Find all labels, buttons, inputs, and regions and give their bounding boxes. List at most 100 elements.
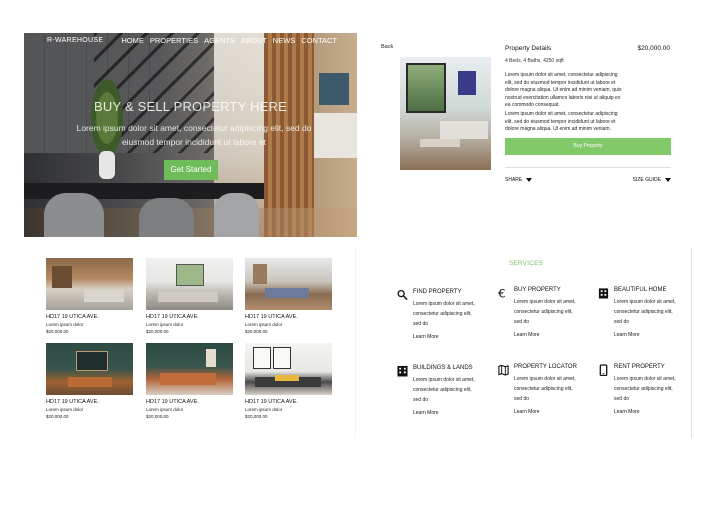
property-specs: 4 Beds, 4 Baths, 4250 sqft xyxy=(505,58,564,64)
service-title: BEAUTIFUL HOME xyxy=(614,287,667,293)
listing-photo[interactable] xyxy=(245,343,332,395)
svg-text:€: € xyxy=(498,287,506,299)
photo-window xyxy=(406,63,446,113)
service-desc: Lorem ipsum dolor sit amet, consectetur … xyxy=(514,299,576,325)
search-icon xyxy=(397,289,408,301)
listing-desc: Lorem ipsum dolor xyxy=(46,407,84,412)
buy-property-button[interactable]: Buy Property xyxy=(505,138,671,155)
listing-desc: Lorem ipsum dolor xyxy=(46,322,84,327)
property-description-2: Lorem ipsum dolor sit amet, consectetur … xyxy=(505,111,618,132)
listing-price: $20,000.00 xyxy=(245,329,268,334)
listing-desc: Lorem ipsum dolor xyxy=(245,322,283,327)
listing-desc: Lorem ipsum dolor xyxy=(245,407,283,412)
hero-section: R-WAREHOUSE HOME PROPERTIES AGENTS ABOUT… xyxy=(24,33,357,237)
photo-coffee-table xyxy=(420,139,460,147)
service-title: BUILDINGS & LANDS xyxy=(413,365,473,371)
service-beautiful-home: BEAUTIFUL HOME Lorem ipsum dolor sit ame… xyxy=(598,287,693,347)
main-nav: HOME PROPERTIES AGENTS ABOUT NEWS CONTAC… xyxy=(121,36,337,45)
phone-icon xyxy=(599,364,608,376)
office-building-icon xyxy=(397,365,408,377)
listing-photo[interactable] xyxy=(46,258,133,310)
learn-more-link[interactable]: Learn More xyxy=(514,332,540,338)
listing-card[interactable]: HD17 19 UTICA AVE. Lorem ipsum dolor $20… xyxy=(146,343,233,419)
listing-price: $20,000.00 xyxy=(46,414,69,419)
listing-card[interactable]: HD17 19 UTICA AVE. Lorem ipsum dolor $20… xyxy=(245,258,332,334)
service-title: RENT PROPERTY xyxy=(614,364,665,370)
learn-more-link[interactable]: Learn More xyxy=(413,334,439,340)
euro-icon: € xyxy=(498,287,506,299)
listing-name: HD17 19 UTICA AVE. xyxy=(146,314,199,320)
hero-sofa xyxy=(314,113,357,158)
nav-news[interactable]: NEWS xyxy=(273,36,296,45)
hero-chair xyxy=(214,193,259,237)
learn-more-link[interactable]: Learn More xyxy=(413,410,439,416)
listing-price: $20,000.00 xyxy=(146,329,169,334)
listing-price: $20,000.00 xyxy=(245,414,268,419)
property-description: Lorem ipsum dolor sit amet, consectetur … xyxy=(505,72,622,108)
listing-name: HD17 19 UTICA AVE. xyxy=(245,314,298,320)
divider xyxy=(505,167,671,168)
chevron-down-icon xyxy=(665,178,671,182)
service-buy-property: € BUY PROPERTY Lorem ipsum dolor sit ame… xyxy=(498,287,593,347)
listing-photo[interactable] xyxy=(146,343,233,395)
service-title: PROPERTY LOCATOR xyxy=(514,364,577,370)
service-desc: Lorem ipsum dolor sit amet, consectetur … xyxy=(614,299,676,325)
listing-desc: Lorem ipsum dolor xyxy=(146,407,184,412)
listing-name: HD17 19 UTICA AVE. xyxy=(245,399,298,405)
nav-about[interactable]: ABOUT xyxy=(241,36,267,45)
chevron-down-icon xyxy=(526,178,533,182)
learn-more-link[interactable]: Learn More xyxy=(614,409,640,415)
services-heading: SERVICES xyxy=(508,260,544,267)
hero-chair xyxy=(139,198,194,237)
service-buildings-lands: BUILDINGS & LANDS Lorem ipsum dolor sit … xyxy=(397,365,492,425)
photo-painting xyxy=(458,71,476,95)
hero-subtext: Lorem ipsum dolor sit amet, consectetur … xyxy=(76,123,312,147)
share-dropdown[interactable]: SHARE xyxy=(505,177,533,183)
listing-card[interactable]: HD17 19 UTICA AVE. Lorem ipsum dolor $20… xyxy=(46,343,133,419)
learn-more-link[interactable]: Learn More xyxy=(614,332,640,338)
listing-name: HD17 19 UTICA AVE. xyxy=(46,399,99,405)
service-title: FIND PROPERTY xyxy=(413,289,462,295)
service-desc: Lorem ipsum dolor sit amet, consectetur … xyxy=(514,376,576,402)
service-desc: Lorem ipsum dolor sit amet, consectetur … xyxy=(413,301,475,327)
service-title: BUY PROPERTY xyxy=(514,287,561,293)
nav-properties[interactable]: PROPERTIES xyxy=(150,36,198,45)
listing-card[interactable]: HD17 19 UTICA AVE. Lorem ipsum dolor $20… xyxy=(245,343,332,419)
listing-card[interactable]: HD17 19 UTICA AVE. Lorem ipsum dolor $20… xyxy=(146,258,233,334)
listing-price: $20,000.00 xyxy=(46,329,69,334)
property-title: Property Details xyxy=(505,45,552,52)
service-property-locator: PROPERTY LOCATOR Lorem ipsum dolor sit a… xyxy=(498,364,593,424)
size-guide-label: SIZE GUIDE xyxy=(632,177,661,183)
hero-vase xyxy=(99,151,115,179)
hero-chair xyxy=(44,193,104,237)
listing-card[interactable]: HD17 19 UTICA AVE. Lorem ipsum dolor $20… xyxy=(46,258,133,334)
services-section: SERVICES FIND PROPERTY Lorem ipsum dolor… xyxy=(355,248,692,438)
listing-photo[interactable] xyxy=(46,343,133,395)
nav-home[interactable]: HOME xyxy=(121,36,144,45)
property-photo xyxy=(400,57,491,170)
property-detail-panel: Back Property Details $20,000.00 4 Beds,… xyxy=(372,40,677,190)
share-label: SHARE xyxy=(505,177,523,183)
learn-more-link[interactable]: Learn More xyxy=(514,409,540,415)
listing-name: HD17 19 UTICA AVE. xyxy=(146,399,199,405)
listings-grid: HD17 19 UTICA AVE. Lorem ipsum dolor $20… xyxy=(46,258,346,428)
map-icon xyxy=(498,364,509,376)
listing-desc: Lorem ipsum dolor xyxy=(146,322,184,327)
get-started-button[interactable]: Get Started xyxy=(164,160,218,180)
photo-couch xyxy=(440,121,488,139)
service-desc: Lorem ipsum dolor sit amet, consectetur … xyxy=(413,377,475,403)
hero-headline: BUY & SELL PROPERTY HERE xyxy=(94,99,287,114)
back-link[interactable]: Back xyxy=(381,44,393,50)
listing-price: $20,000.00 xyxy=(146,414,169,419)
service-rent-property: RENT PROPERTY Lorem ipsum dolor sit amet… xyxy=(598,364,693,424)
listing-photo[interactable] xyxy=(245,258,332,310)
size-guide-dropdown[interactable]: SIZE GUIDE xyxy=(633,177,671,183)
service-find-property: FIND PROPERTY Lorem ipsum dolor sit amet… xyxy=(397,289,492,349)
listing-photo[interactable] xyxy=(146,258,233,310)
site-logo[interactable]: R-WAREHOUSE xyxy=(47,37,103,44)
service-desc: Lorem ipsum dolor sit amet, consectetur … xyxy=(614,376,676,402)
property-price: $20,000.00 xyxy=(637,45,670,52)
nav-contact[interactable]: CONTACT xyxy=(301,36,337,45)
nav-agents[interactable]: AGENTS xyxy=(204,36,235,45)
building-icon xyxy=(598,288,609,299)
